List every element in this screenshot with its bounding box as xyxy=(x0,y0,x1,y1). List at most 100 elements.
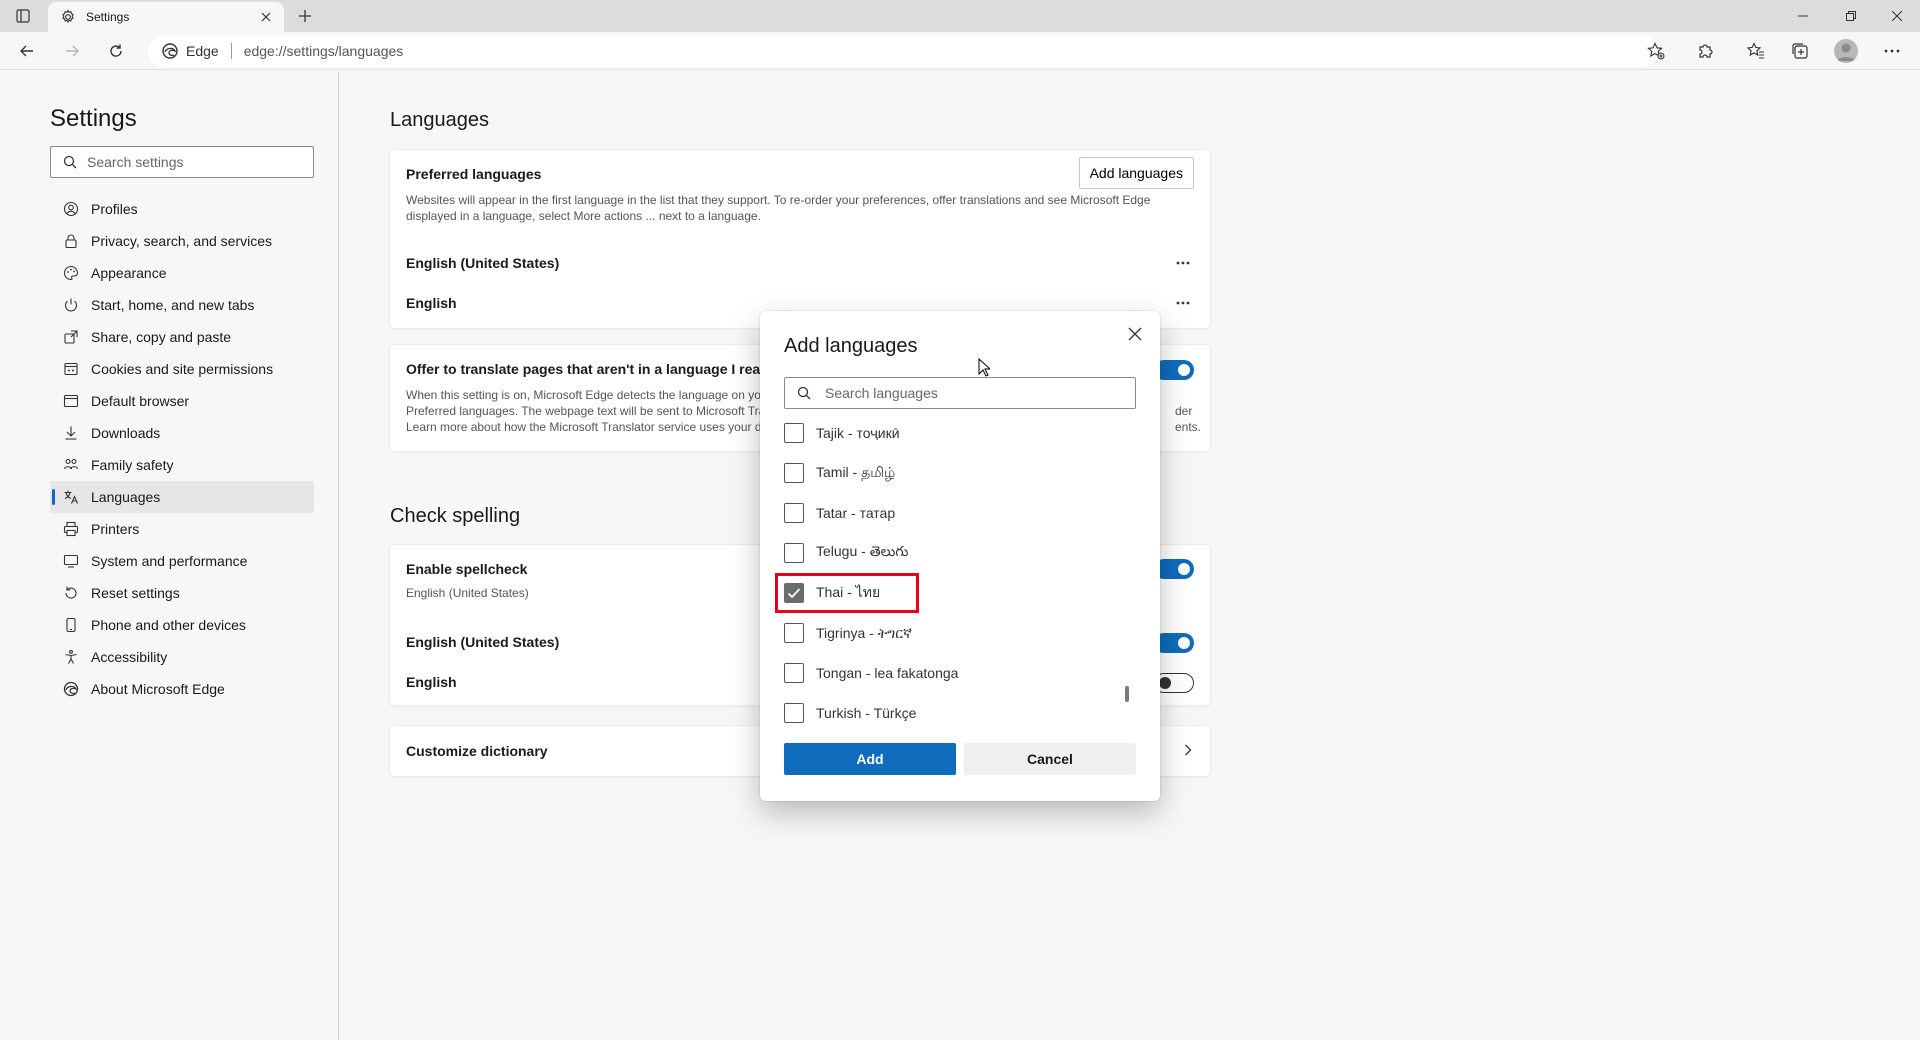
enable-spellcheck-title: Enable spellcheck xyxy=(406,561,528,577)
add-favorite-button[interactable] xyxy=(1641,37,1671,65)
sidebar-item-family-safety[interactable]: Family safety xyxy=(50,449,314,481)
offer-translate-description-tail: der ents. xyxy=(1175,403,1201,435)
back-button[interactable] xyxy=(12,37,42,65)
language-option-telugu[interactable]: Telugu - తెలుగు xyxy=(784,539,1104,567)
check-spelling-heading: Check spelling xyxy=(390,505,521,527)
address-bar[interactable]: Edge edge://settings/languages xyxy=(148,35,1658,67)
preferred-languages-description: Websites will appear in the first langua… xyxy=(406,192,1150,224)
favorites-button[interactable] xyxy=(1741,37,1771,65)
tab-actions-button[interactable] xyxy=(8,4,38,28)
printer-icon xyxy=(63,521,79,537)
settings-more-button[interactable] xyxy=(1877,37,1907,65)
spellcheck-language-2-toggle[interactable] xyxy=(1154,673,1194,693)
language-checkbox[interactable] xyxy=(784,463,804,483)
sidebar-item-label: Printers xyxy=(91,521,140,537)
language-option-tajik[interactable]: Tajik - тоҷикӣ xyxy=(784,419,1104,447)
sidebar-item-appearance[interactable]: Appearance xyxy=(50,257,314,289)
add-button[interactable]: Add xyxy=(784,743,956,775)
language-checkbox[interactable] xyxy=(784,703,804,723)
language-checkbox[interactable] xyxy=(784,423,804,443)
close-icon xyxy=(1892,11,1902,21)
sidebar-item-cookies[interactable]: Cookies and site permissions xyxy=(50,353,314,385)
language-option-tatar[interactable]: Tatar - татар xyxy=(784,499,1104,527)
spellcheck-language-1-toggle[interactable] xyxy=(1154,633,1194,653)
enable-spellcheck-subtitle: English (United States) xyxy=(406,586,529,600)
dialog-title: Add languages xyxy=(784,335,918,357)
description-line: Websites will appear in the first langua… xyxy=(406,193,1151,207)
sidebar-item-phone[interactable]: Phone and other devices xyxy=(50,609,314,641)
language-option-thai[interactable]: Thai - ไทย xyxy=(775,573,1104,613)
address-url[interactable]: edge://settings/languages xyxy=(244,43,404,59)
tab-close-button[interactable] xyxy=(256,7,276,27)
close-icon xyxy=(261,12,271,22)
language-checkbox[interactable] xyxy=(784,623,804,643)
language-more-actions-button[interactable] xyxy=(1172,295,1194,311)
description-line: der xyxy=(1175,404,1193,418)
collections-button[interactable] xyxy=(1785,37,1815,65)
back-arrow-icon xyxy=(20,45,33,57)
language-search[interactable] xyxy=(784,377,1136,409)
settings-search[interactable] xyxy=(50,146,314,178)
language-option-tigrinya[interactable]: Tigrinya - ትግርኛ xyxy=(784,619,1104,647)
sidebar-item-start-home[interactable]: Start, home, and new tabs xyxy=(50,289,314,321)
mouse-cursor-icon xyxy=(978,358,990,377)
toolbar: Edge edge://settings/languages xyxy=(0,32,1920,70)
minimize-button[interactable] xyxy=(1780,0,1826,32)
profile-avatar[interactable] xyxy=(1834,39,1858,63)
sidebar-item-reset[interactable]: Reset settings xyxy=(50,577,314,609)
restore-button[interactable] xyxy=(1828,0,1874,32)
tab-title: Settings xyxy=(86,10,130,24)
forward-button[interactable] xyxy=(57,37,87,65)
sidebar-item-system[interactable]: System and performance xyxy=(50,545,314,577)
sidebar-item-label: Share, copy and paste xyxy=(91,329,232,345)
language-checkbox[interactable] xyxy=(784,663,804,683)
language-option-turkish[interactable]: Turkish - Türkçe xyxy=(784,699,1104,727)
sidebar-item-downloads[interactable]: Downloads xyxy=(50,417,314,449)
language-option-tongan[interactable]: Tongan - lea fakatonga xyxy=(784,659,1104,687)
offer-translate-description: When this setting is on, Microsoft Edge … xyxy=(406,387,765,435)
sidebar-item-label: Start, home, and new tabs xyxy=(91,297,255,313)
new-tab-button[interactable] xyxy=(292,4,318,28)
extensions-button[interactable] xyxy=(1691,37,1721,65)
language-checkbox[interactable] xyxy=(784,543,804,563)
language-list-scrollbar[interactable] xyxy=(1125,686,1129,702)
language-label: Tamil - தமிழ் xyxy=(816,463,896,480)
phone-icon xyxy=(63,617,79,633)
language-checkbox[interactable] xyxy=(784,503,804,523)
language-more-actions-button[interactable] xyxy=(1172,255,1194,271)
language-checkbox-checked[interactable] xyxy=(784,583,804,603)
description-line: Learn more about how the Microsoft Trans… xyxy=(406,420,762,434)
settings-search-input[interactable] xyxy=(87,154,307,170)
sidebar-item-label: Reset settings xyxy=(91,585,180,601)
sidebar-item-profiles[interactable]: Profiles xyxy=(50,193,314,225)
sidebar-item-languages[interactable]: Languages xyxy=(50,481,314,513)
sidebar-item-default-browser[interactable]: Default browser xyxy=(50,385,314,417)
language-search-input[interactable] xyxy=(825,385,1115,401)
offer-translate-toggle[interactable] xyxy=(1154,360,1194,380)
profile-icon xyxy=(63,201,79,217)
cancel-button[interactable]: Cancel xyxy=(964,743,1136,775)
sidebar-item-accessibility[interactable]: Accessibility xyxy=(50,641,314,673)
sidebar-item-label: Accessibility xyxy=(91,649,168,665)
download-icon xyxy=(63,425,79,441)
language-list: Tajik - тоҷикӣ Tamil - தமிழ் Tatar - тат… xyxy=(760,415,1160,731)
accessibility-icon xyxy=(63,649,79,665)
sidebar-item-printers[interactable]: Printers xyxy=(50,513,314,545)
more-horizontal-icon xyxy=(1176,261,1190,265)
refresh-button[interactable] xyxy=(101,37,131,65)
spellcheck-language-row-1: English (United States) xyxy=(406,634,560,650)
share-icon xyxy=(63,329,79,345)
person-icon xyxy=(1837,43,1855,61)
language-option-tamil[interactable]: Tamil - தமிழ் xyxy=(784,459,1104,487)
sidebar-item-share[interactable]: Share, copy and paste xyxy=(50,321,314,353)
add-languages-button[interactable]: Add languages xyxy=(1078,157,1194,189)
search-icon xyxy=(63,155,77,169)
sidebar-item-about[interactable]: About Microsoft Edge xyxy=(50,673,314,705)
preferred-language-row-2: English xyxy=(406,295,457,311)
enable-spellcheck-toggle[interactable] xyxy=(1154,559,1194,579)
close-window-button[interactable] xyxy=(1874,0,1920,32)
plus-icon xyxy=(299,10,311,22)
sidebar-item-privacy[interactable]: Privacy, search, and services xyxy=(50,225,314,257)
dialog-close-button[interactable] xyxy=(1122,321,1148,347)
tab-settings[interactable]: Settings xyxy=(48,2,284,32)
